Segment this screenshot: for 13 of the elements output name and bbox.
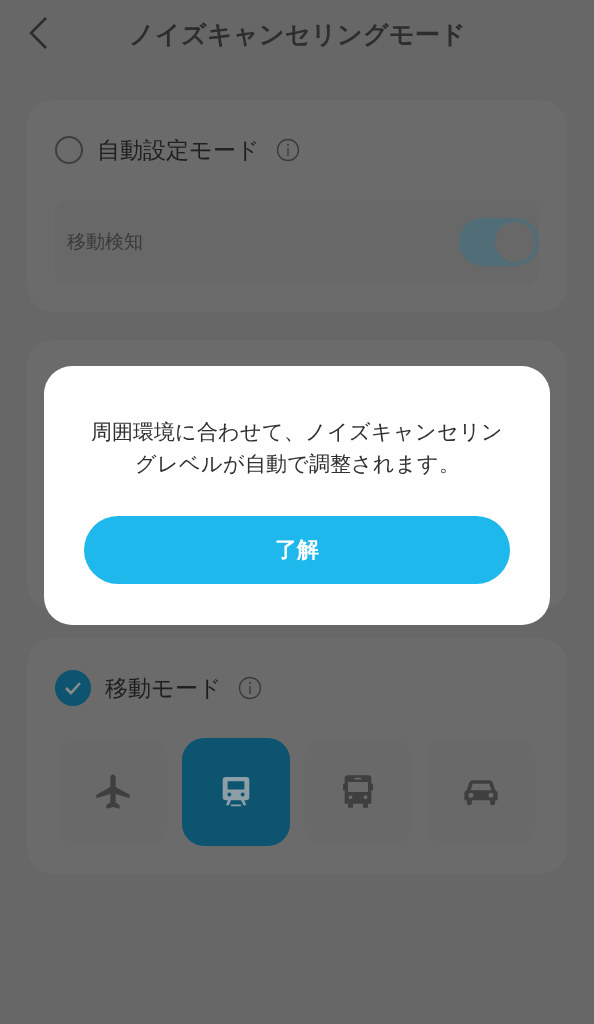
toggle-switch[interactable] xyxy=(459,218,539,266)
page-title: ノイズキャンセリングモード xyxy=(128,18,466,51)
mode-label: 自動設定モード xyxy=(97,135,260,165)
transport-tile[interactable] xyxy=(181,738,290,846)
radio-button[interactable] xyxy=(55,136,83,164)
info-icon[interactable] xyxy=(238,676,262,700)
checkbox[interactable] xyxy=(55,670,91,706)
dialog-message: 周囲環境に合わせて、ノイズキャンセリングレベルが自動で調整されます。 xyxy=(90,419,504,478)
info-icon[interactable] xyxy=(276,138,300,162)
mode-label: 移動モード xyxy=(105,673,222,703)
checkmark-icon xyxy=(64,681,82,695)
ok-button[interactable]: 了解 xyxy=(84,516,510,584)
back-button[interactable] xyxy=(27,16,49,50)
